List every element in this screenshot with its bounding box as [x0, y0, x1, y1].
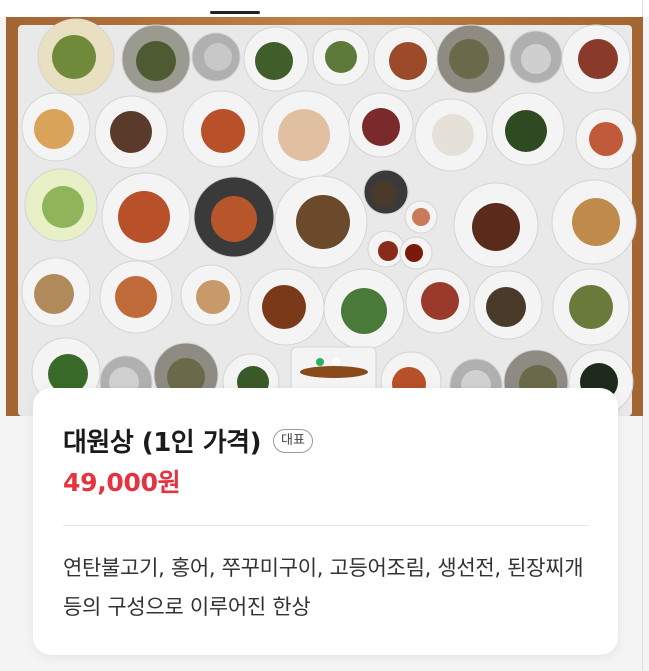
dish-food: [472, 203, 520, 251]
top-bar: [0, 0, 649, 17]
dish-food: [589, 122, 623, 156]
title-row: 대원상 (1인 가격) 대표: [63, 422, 313, 459]
menu-description: 연탄불고기, 홍어, 쭈꾸미구이, 고등어조림, 생선전, 된장찌개 등의 구성…: [63, 556, 584, 619]
dish-food: [389, 42, 427, 80]
dish-food: [204, 43, 232, 71]
menu-price: 49,000원: [63, 468, 181, 497]
dish-food: [110, 111, 152, 153]
carousel-dot-active[interactable]: [316, 358, 324, 366]
menu-info-card: 대원상 (1인 가격) 대표 49,000원 연탄불고기, 홍어, 쭈꾸미구이,…: [33, 388, 618, 655]
dish-food: [412, 208, 430, 226]
dish-food: [378, 241, 398, 261]
dish-food: [521, 44, 551, 74]
dish-food: [278, 109, 330, 161]
dish-food: [486, 287, 526, 327]
food-table-illustration: [6, 17, 643, 416]
dish-food: [118, 191, 170, 243]
dish-food: [341, 288, 387, 334]
grilled-fish: [300, 366, 368, 378]
dish-food: [449, 39, 489, 79]
dish-food: [421, 282, 459, 320]
dish-food: [262, 285, 306, 329]
dish-food: [362, 108, 400, 146]
dish-food: [255, 42, 293, 80]
divider: [63, 525, 588, 526]
dish-food: [34, 274, 74, 314]
signature-badge: 대표: [272, 428, 313, 453]
dish-food: [211, 196, 257, 242]
dish-food: [371, 181, 397, 207]
dish-food: [52, 35, 96, 79]
menu-title: 대원상 (1인 가격): [63, 428, 261, 458]
dish-food: [115, 276, 157, 318]
tab-indicator: [210, 11, 260, 14]
dish-food: [136, 41, 176, 81]
dish-food: [505, 110, 547, 152]
dish-food: [42, 186, 84, 228]
dish-food: [405, 244, 423, 262]
dish-food: [572, 198, 620, 246]
dish-food: [196, 280, 230, 314]
dish-food: [296, 195, 350, 249]
carousel-dot[interactable]: [332, 358, 340, 366]
dish-food: [34, 109, 74, 149]
dish-food: [578, 39, 618, 79]
dish-food: [569, 285, 613, 329]
carousel-pager: [316, 358, 340, 366]
dish-food: [201, 109, 245, 153]
dish-food: [432, 114, 474, 156]
dish-food: [325, 41, 357, 73]
menu-photo[interactable]: [6, 17, 643, 416]
